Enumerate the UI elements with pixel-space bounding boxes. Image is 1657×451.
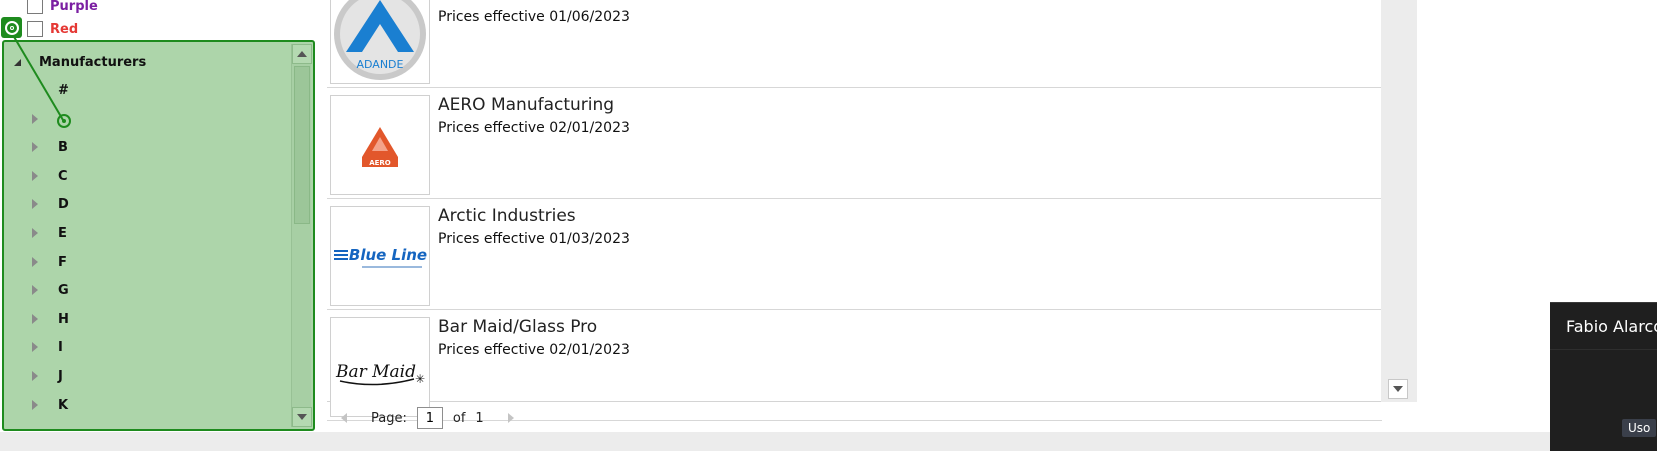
chevron-down-icon [1393,386,1403,392]
color-filter-purple[interactable]: Purple [27,0,98,15]
purple-checkbox[interactable] [27,0,43,14]
adande-logo-graphic: ADANDE [334,0,426,80]
page-number-input[interactable] [416,407,443,429]
tree-root-label: Manufacturers [39,54,147,70]
list-scrollbar[interactable] [1381,0,1417,402]
aero-logo-graphic: AERO [362,127,398,167]
tree-item-letter[interactable] [32,109,58,129]
tree-item-label: D [58,196,69,212]
expand-arrow-icon[interactable] [32,142,38,152]
tree-item-letter[interactable]: C [32,166,68,186]
prices-effective: Prices effective 01/06/2023 [438,9,630,25]
adande-logo-text: ADANDE [357,58,404,71]
red-label: Red [50,21,79,37]
tree-item-label: B [58,139,68,155]
list-item[interactable]: Blue Line Arctic Industries Prices effec… [327,200,1382,310]
next-page-icon[interactable] [507,413,514,423]
chevron-down-icon [297,414,307,420]
tree-item-letter[interactable]: F [32,252,67,272]
expand-arrow-icon[interactable] [32,199,38,209]
list-item[interactable]: Bar Maid ✳ Bar Maid/Glass Pro Prices eff… [327,311,1382,421]
tree-item-label: I [58,339,63,355]
popup-chip[interactable]: Uso [1622,419,1657,437]
tree-item-letter[interactable]: I [32,337,63,357]
tree-item-label: J [58,368,63,384]
previous-page-icon[interactable] [341,413,347,423]
tree-item-label: E [58,225,67,241]
collapse-arrow-icon[interactable] [14,58,21,66]
expand-arrow-icon[interactable] [32,171,38,181]
chevron-up-icon [297,51,307,57]
bar-maid-logo-text: Bar Maid [335,362,416,382]
manufacturers-tree-panel[interactable]: Manufacturers # B C D E F G H I J K [2,40,315,431]
page-of-label: of [452,410,466,426]
tree-item-label: # [58,82,69,98]
prices-effective: Prices effective 02/01/2023 [438,342,630,358]
prices-effective: Prices effective 01/03/2023 [438,231,630,247]
pager: Page: of 1 [327,406,528,430]
expand-arrow-icon[interactable] [32,400,38,410]
tree-item-letter[interactable]: K [32,395,68,415]
tree-item-label: H [58,311,69,327]
tree-root-manufacturers[interactable]: Manufacturers [14,52,146,72]
tree-item-letter[interactable]: B [32,137,68,157]
tree-scrollbar[interactable] [291,44,312,427]
prices-effective: Prices effective 02/01/2023 [438,120,630,136]
expand-arrow-icon[interactable] [32,314,38,324]
aero-logo-icon[interactable]: AERO [330,95,430,195]
expand-arrow-icon[interactable] [32,257,38,267]
blue-line-logo-icon[interactable]: Blue Line [330,206,430,306]
page-total: 1 [475,410,484,426]
page-label: Page: [371,410,407,426]
tree-item-letter[interactable]: H [32,309,69,329]
tree-item-label: F [58,254,67,270]
popup-title: Fabio Alarco [1566,317,1657,336]
manufacturer-name[interactable]: Arctic Industries [438,206,576,226]
scroll-up-button[interactable] [292,44,312,64]
expand-arrow-icon[interactable] [32,114,38,124]
manufacturer-name[interactable]: Bar Maid/Glass Pro [438,317,597,337]
tree-item-letter[interactable]: J [32,366,63,386]
blue-line-logo-graphic: Blue Line [334,246,427,268]
purple-label: Purple [50,0,98,14]
scroll-thumb[interactable] [294,66,310,224]
tree-item-letter[interactable]: # [32,80,69,100]
color-filter-red[interactable]: Red [27,20,78,38]
tree-item-letter[interactable]: D [32,194,69,214]
expand-arrow-icon[interactable] [32,342,38,352]
tree-item-letter[interactable]: E [32,223,67,243]
list-scroll-down-button[interactable] [1388,379,1408,399]
bar-maid-logo-icon[interactable]: Bar Maid ✳ [330,317,430,417]
tree-item-label: K [58,397,69,413]
svg-text:✳: ✳ [415,372,425,386]
expand-arrow-icon[interactable] [32,371,38,381]
target-badge-icon [1,17,22,38]
expand-arrow-icon[interactable] [32,285,38,295]
bar-maid-logo-graphic: Bar Maid ✳ [335,362,425,386]
tree-item-letter[interactable]: G [32,280,69,300]
list-item[interactable]: AERO AERO Manufacturing Prices effective… [327,89,1382,199]
blue-line-logo-text: Blue Line [349,246,427,264]
popup-divider [1550,349,1657,350]
red-checkbox[interactable] [27,21,43,37]
tree-item-label: C [58,168,68,184]
expand-arrow-icon[interactable] [32,228,38,238]
manufacturer-list[interactable]: ADANDE Prices effective 01/06/2023 AERO … [322,0,1417,433]
user-popup[interactable]: Fabio Alarco Uso [1550,302,1657,451]
app-root: Purple Red Manufacturers # B C D E F G H… [0,0,1657,451]
manufacturer-name[interactable]: AERO Manufacturing [438,95,614,115]
aero-logo-text: AERO [369,159,391,167]
bottom-tab-bar [0,432,1657,451]
adande-logo-icon[interactable]: ADANDE [330,0,430,84]
list-item[interactable]: ADANDE Prices effective 01/06/2023 [327,0,1382,88]
tree-item-label: G [58,282,69,298]
scroll-down-button[interactable] [292,407,312,427]
